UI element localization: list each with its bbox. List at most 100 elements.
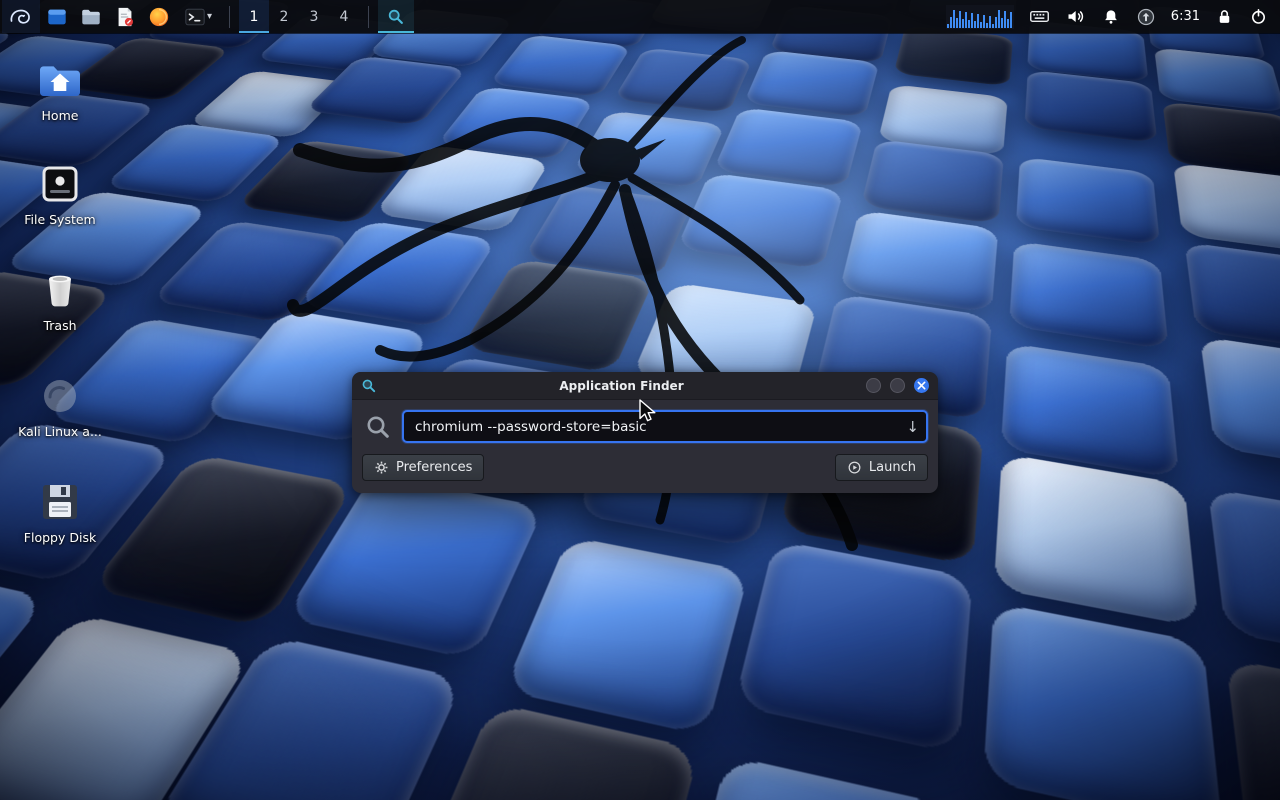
cube	[0, 560, 49, 775]
desktop-icon-label: Floppy Disk	[5, 531, 115, 545]
file-manager-icon	[46, 6, 68, 28]
cube	[744, 50, 880, 118]
floppy-disk-icon	[36, 478, 84, 526]
cube	[1016, 157, 1160, 246]
cube	[894, 26, 1013, 87]
kali-logo-icon	[8, 4, 34, 30]
volume-control[interactable]	[1065, 6, 1086, 27]
dropdown-arrow-icon[interactable]: ↓	[906, 418, 919, 436]
launch-label: Launch	[869, 460, 916, 475]
cube	[1009, 241, 1169, 350]
folder-launcher[interactable]	[74, 0, 108, 33]
home-folder-icon	[36, 56, 84, 104]
screen-lock[interactable]	[1215, 7, 1234, 26]
preferences-button[interactable]: Preferences	[362, 454, 484, 481]
session-logout[interactable]	[1249, 7, 1268, 26]
cube	[572, 110, 725, 188]
desktop-icon-kali-linux[interactable]: Kali Linux a...	[5, 372, 115, 439]
cube	[1025, 70, 1158, 143]
bell-icon	[1101, 7, 1121, 27]
desktop-icon-trash[interactable]: Trash	[5, 266, 115, 333]
cube	[734, 540, 973, 755]
file-manager-launcher[interactable]	[40, 0, 74, 33]
search-icon	[365, 414, 391, 440]
desktop-icon-file-system[interactable]: File System	[5, 160, 115, 227]
lock-icon	[1215, 7, 1234, 26]
cube	[1001, 343, 1180, 479]
kali-disc-icon	[36, 372, 84, 420]
cube	[671, 755, 951, 800]
preferences-label: Preferences	[396, 460, 472, 475]
trash-icon	[36, 266, 84, 314]
firefox-launcher[interactable]	[142, 0, 176, 33]
screen: Home File System Trash Kali Linux a...	[0, 0, 1280, 800]
workspace-2[interactable]: 2	[269, 0, 299, 33]
clock[interactable]: 6:31	[1171, 9, 1200, 24]
desktop-icon-floppy-disk[interactable]: Floppy Disk	[5, 478, 115, 545]
desktop-icon-label: Trash	[5, 319, 115, 333]
cube	[676, 173, 843, 270]
application-finder-window: Application Finder ↓	[352, 372, 938, 493]
close-icon	[917, 381, 926, 390]
cube	[461, 259, 654, 374]
workspace-label: 4	[340, 9, 349, 25]
cube	[503, 536, 749, 736]
terminal-launcher[interactable]: ▾	[176, 0, 220, 33]
cube	[304, 55, 468, 125]
desktop-icon-home[interactable]: Home	[5, 56, 115, 123]
gear-icon	[374, 460, 389, 475]
titlebar[interactable]: Application Finder	[352, 372, 938, 400]
folder-icon	[80, 6, 102, 28]
cube	[149, 635, 464, 800]
workspace-label: 3	[310, 9, 319, 25]
separator	[368, 6, 369, 28]
cube	[403, 702, 700, 800]
command-input[interactable]	[402, 410, 928, 443]
notifications[interactable]	[1101, 7, 1121, 27]
workspace-4[interactable]: 4	[329, 0, 359, 33]
cube	[296, 220, 497, 328]
command-input-wrap: ↓	[402, 410, 928, 443]
cpu-graph[interactable]	[946, 5, 1014, 29]
close-button[interactable]	[914, 378, 929, 393]
workspace-label: 2	[280, 9, 289, 25]
cube	[983, 602, 1223, 800]
cube	[1226, 658, 1280, 800]
minimize-button[interactable]	[866, 378, 881, 393]
cube	[994, 453, 1199, 627]
cube	[1185, 242, 1280, 356]
cube	[489, 34, 632, 97]
text-editor-launcher[interactable]	[108, 0, 142, 33]
application-finder-task-icon	[387, 8, 405, 26]
cube	[283, 474, 544, 660]
desktop-icon-label: Kali Linux a...	[5, 425, 115, 439]
separator	[229, 6, 230, 28]
workspace-3[interactable]: 3	[299, 0, 329, 33]
application-finder-icon	[361, 378, 377, 394]
search-row: ↓	[362, 410, 928, 443]
panel-left: ▾ 1 2 3 4	[0, 0, 414, 33]
desktop-icon-label: Home	[5, 109, 115, 123]
button-row: Preferences Launch	[362, 454, 928, 481]
launch-button[interactable]: Launch	[835, 454, 928, 481]
workspace-1[interactable]: 1	[239, 0, 269, 33]
cube	[613, 48, 752, 114]
launch-icon	[847, 460, 862, 475]
maximize-button[interactable]	[890, 378, 905, 393]
speaker-icon	[1065, 6, 1086, 27]
firefox-icon	[148, 6, 170, 28]
taskbar-application-finder[interactable]	[378, 0, 414, 33]
file-system-icon	[36, 160, 84, 208]
workspace-label: 1	[250, 9, 259, 25]
window-title: Application Finder	[377, 379, 866, 393]
kali-menu-button[interactable]	[2, 0, 40, 33]
keyboard-indicator[interactable]	[1029, 6, 1050, 27]
chevron-down-icon[interactable]: ▾	[207, 11, 212, 22]
update-circle-icon	[1136, 7, 1156, 27]
cpu-graph-icon	[946, 5, 1014, 29]
text-editor-icon	[114, 6, 136, 28]
desktop-icon-label: File System	[5, 213, 115, 227]
status-indicator[interactable]	[1136, 7, 1156, 27]
power-icon	[1249, 7, 1268, 26]
cube	[1173, 163, 1280, 256]
